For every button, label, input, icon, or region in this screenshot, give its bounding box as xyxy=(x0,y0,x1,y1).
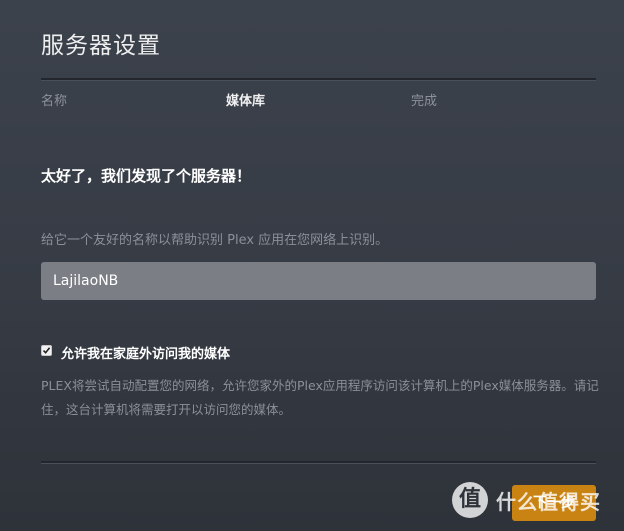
remote-access-checkbox[interactable] xyxy=(41,345,52,356)
watermark-logo-glyph: 值 xyxy=(458,487,481,512)
watermark: 值 什么值得买 xyxy=(452,482,601,518)
found-server-heading: 太好了，我们发现了个服务器！ xyxy=(41,167,252,185)
remote-access-label[interactable]: 允许我在家庭外访问我的媒体 xyxy=(61,343,230,362)
step-name: 名称 xyxy=(41,94,68,109)
footer-divider xyxy=(41,461,596,464)
server-name-input[interactable] xyxy=(41,262,596,300)
step-finish: 完成 xyxy=(411,94,438,109)
watermark-logo: 值 xyxy=(452,482,488,518)
step-library: 媒体库 xyxy=(226,94,266,109)
header-divider xyxy=(41,78,596,81)
name-description: 给它一个友好的名称以帮助识别 Plex 应用在您网络上识别。 xyxy=(41,233,389,248)
watermark-text: 什么值得买 xyxy=(496,489,601,514)
page-title: 服务器设置 xyxy=(41,33,161,59)
remote-access-help: PLEX将尝试自动配置您的网络，允许您家外的Plex应用程序访问该计算机上的Pl… xyxy=(41,378,599,417)
checkmark-icon xyxy=(42,347,51,354)
